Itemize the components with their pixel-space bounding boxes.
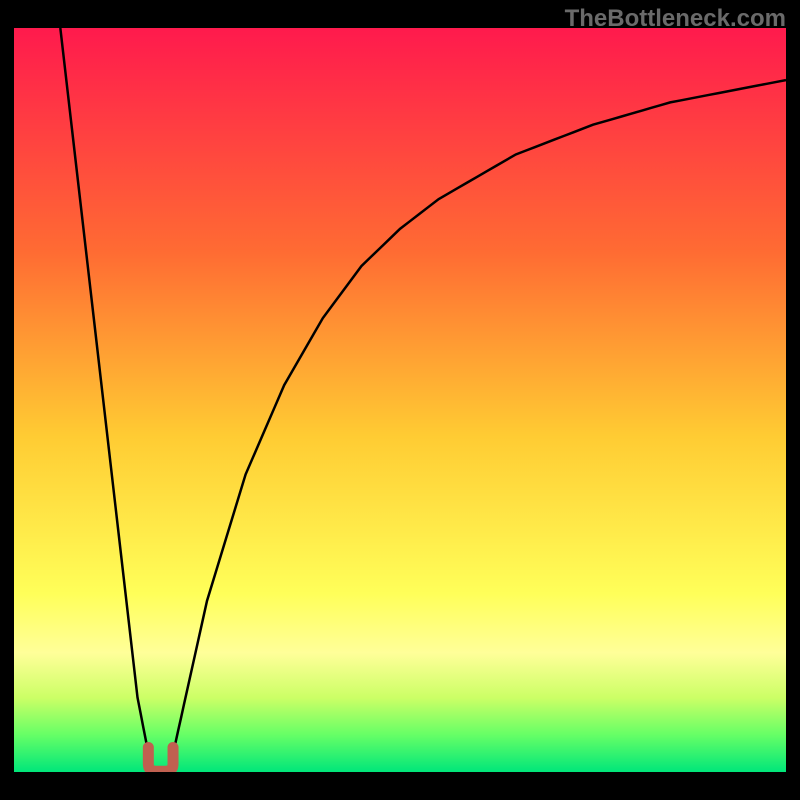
chart-plot-area xyxy=(14,28,786,772)
chart-frame: TheBottleneck.com xyxy=(0,0,800,800)
curve-path xyxy=(60,28,786,771)
valley-marker xyxy=(148,747,173,771)
bottleneck-curve xyxy=(14,28,786,772)
watermark-text: TheBottleneck.com xyxy=(565,5,786,33)
